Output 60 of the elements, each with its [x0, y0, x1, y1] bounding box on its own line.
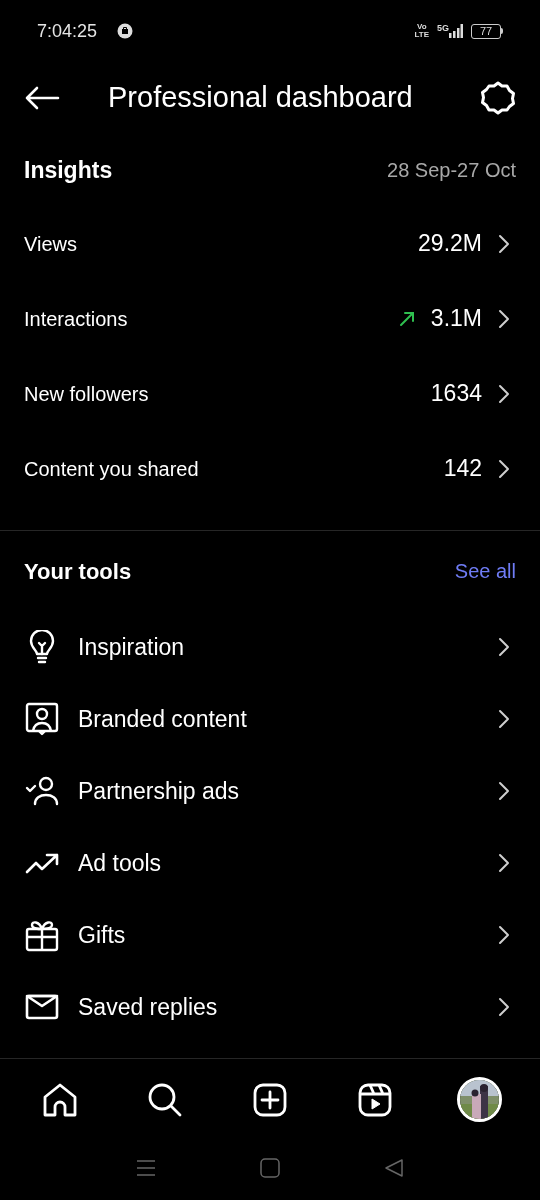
chevron-icon — [498, 308, 510, 329]
insight-row[interactable]: New followers 1634 — [0, 356, 540, 431]
metric-label: Interactions — [24, 306, 129, 332]
back-icon[interactable] — [384, 1158, 404, 1178]
settings-icon[interactable] — [480, 80, 516, 116]
metric-value: 29.2M — [418, 229, 482, 259]
gift-icon — [25, 918, 59, 952]
trending-up-icon — [25, 852, 59, 874]
chevron-icon — [498, 233, 510, 254]
lightbulb-icon — [27, 630, 57, 664]
network-label: 5G — [437, 22, 449, 35]
volte-icon: Vo LTE — [414, 23, 429, 39]
chevron-icon — [498, 781, 510, 801]
metric-value: 3.1M — [430, 304, 482, 334]
notification-icon — [117, 23, 134, 39]
page-title: Professional dashboard — [108, 80, 413, 116]
insight-row[interactable]: Interactions 3.1M — [0, 281, 540, 356]
signal-icon — [449, 24, 463, 38]
tool-item[interactable]: Ad tools — [0, 827, 540, 899]
person-card-icon — [25, 702, 59, 736]
tool-item[interactable]: Saved replies — [0, 971, 540, 1043]
home-icon[interactable] — [42, 1082, 79, 1117]
tool-label: Saved replies — [78, 992, 219, 1022]
chevron-icon — [498, 458, 510, 479]
see-all-link[interactable]: See all — [454, 556, 516, 586]
tool-item[interactable]: Partnership ads — [0, 755, 540, 827]
home-button-icon[interactable] — [260, 1158, 280, 1178]
date-range[interactable]: 28 Sep-27 Oct — [387, 155, 516, 185]
reels-icon[interactable] — [357, 1082, 392, 1117]
tool-item[interactable]: Branded content — [0, 683, 540, 755]
tool-label: Gifts — [78, 920, 127, 950]
battery-icon: 77 — [471, 23, 503, 39]
tool-label: Inspiration — [78, 632, 186, 662]
search-icon[interactable] — [148, 1082, 183, 1117]
metric-value: 142 — [443, 454, 482, 484]
insight-row[interactable]: Content you shared 142 — [0, 431, 540, 506]
section-heading: Your tools — [24, 557, 132, 586]
chevron-icon — [498, 997, 510, 1017]
profile-avatar[interactable] — [457, 1077, 503, 1122]
metric-label: Views — [24, 231, 78, 257]
chevron-icon — [498, 637, 510, 657]
metric-label: Content you shared — [24, 456, 200, 482]
tool-item[interactable]: Inspiration — [0, 611, 540, 683]
chevron-icon — [498, 925, 510, 945]
tool-label: Ad tools — [78, 848, 163, 878]
chevron-icon — [498, 383, 510, 404]
metric-label: New followers — [24, 381, 150, 407]
status-time: 7:04:25 — [37, 19, 98, 43]
metric-value: 1634 — [430, 379, 482, 409]
tray-icon — [25, 994, 59, 1020]
back-arrow-icon[interactable] — [24, 86, 60, 110]
chevron-icon — [498, 709, 510, 729]
person-check-icon — [25, 776, 59, 806]
tool-label: Branded content — [78, 704, 248, 734]
chevron-icon — [498, 853, 510, 873]
tool-label: Partnership ads — [78, 776, 241, 806]
tool-item[interactable]: Gifts — [0, 899, 540, 971]
insight-row[interactable]: Views 29.2M — [0, 206, 540, 281]
section-heading: Insights — [24, 155, 113, 185]
create-icon[interactable] — [253, 1082, 287, 1117]
